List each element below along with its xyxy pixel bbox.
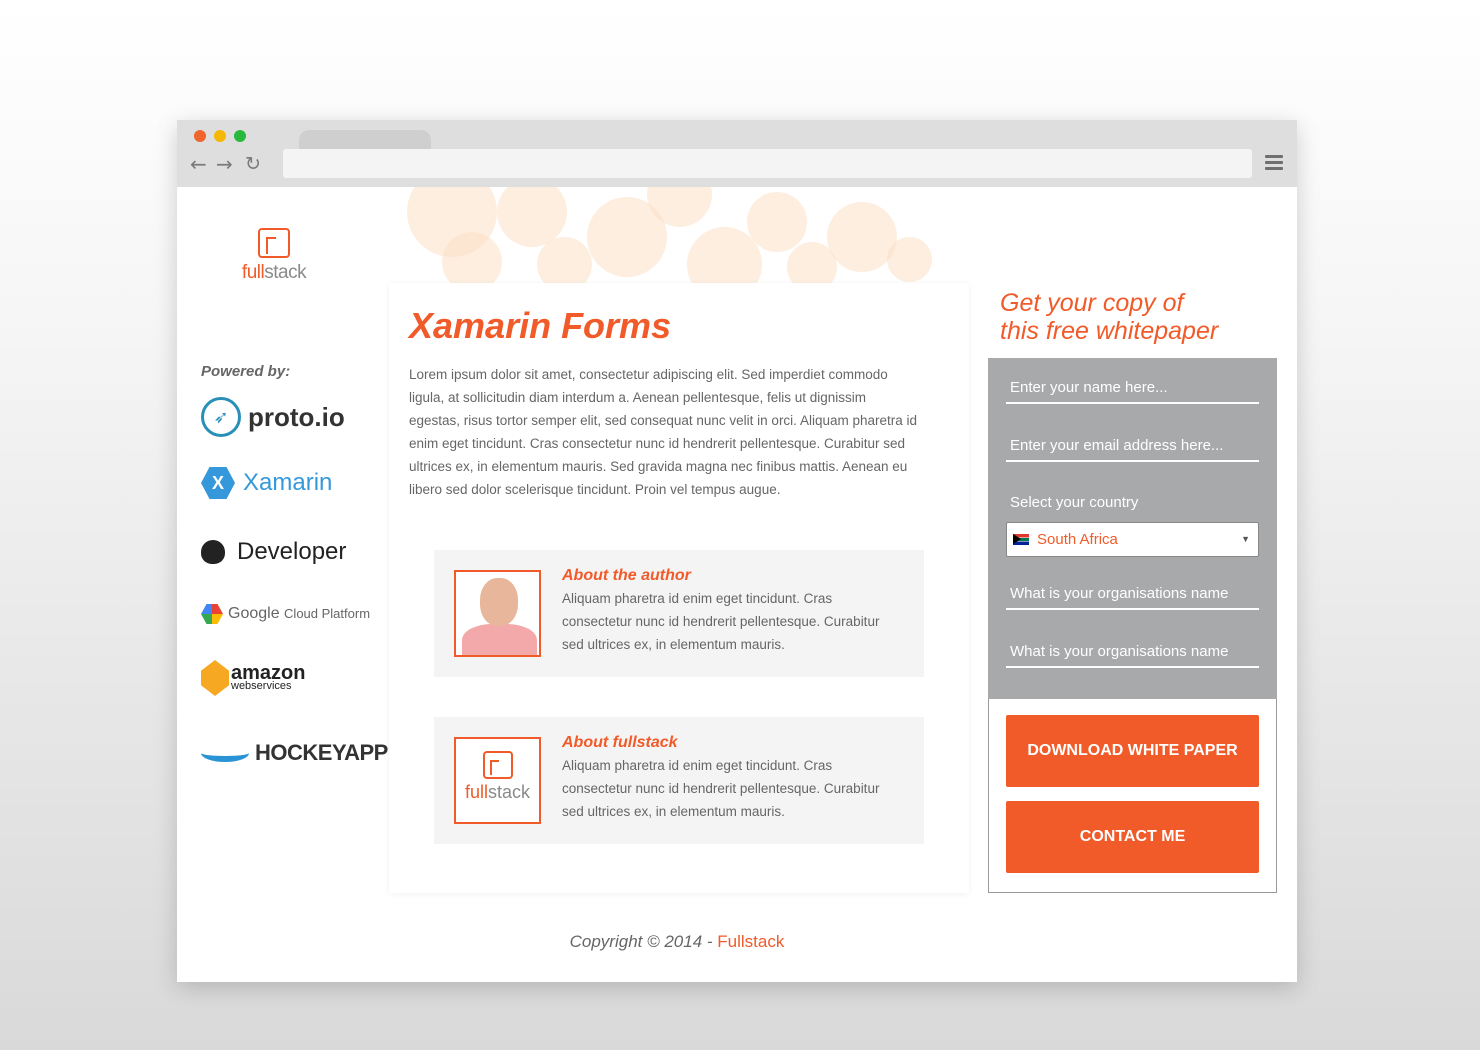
fullstack-logo-text: fullstack	[241, 262, 307, 283]
proto-io-logo[interactable]: ➶ proto.io	[201, 397, 345, 437]
amazon-web-services-logo[interactable]: amazon webservices	[201, 660, 305, 696]
chevron-down-icon: ▼	[1241, 534, 1250, 544]
url-bar[interactable]	[283, 149, 1252, 178]
fullstack-footer-link[interactable]: Fullstack	[717, 932, 784, 951]
browser-window: ← → ↻ fullstack Powered by: ➶ proto.io X…	[177, 120, 1297, 982]
intro-paragraph: Lorem ipsum dolor sit amet, consectetur …	[409, 367, 918, 497]
email-input[interactable]	[1006, 430, 1259, 462]
whitepaper-form: Select your country South Africa ▼	[988, 358, 1277, 699]
form-actions: DOWNLOAD WHITE PAPER CONTACT ME	[988, 699, 1277, 893]
south-africa-flag-icon	[1013, 534, 1029, 545]
minimize-window-dot[interactable]	[214, 130, 226, 142]
organisation-input[interactable]	[1006, 578, 1259, 610]
country-select[interactable]: South Africa ▼	[1006, 522, 1259, 557]
xamarin-logo[interactable]: X Xamarin	[201, 467, 332, 499]
xamarin-icon: X	[201, 467, 235, 499]
apple-icon	[201, 540, 225, 564]
download-white-paper-button[interactable]: DOWNLOAD WHITE PAPER	[1006, 715, 1259, 787]
aws-cubes-icon	[201, 660, 229, 696]
page-title: Xamarin Forms	[409, 305, 672, 346]
google-cloud-icon	[201, 604, 223, 624]
country-select-value: South Africa	[1037, 531, 1118, 548]
whitepaper-heading: Get your copy of this free whitepaper	[1000, 289, 1219, 345]
apple-developer-logo[interactable]: Developer	[201, 538, 346, 566]
organisation-input-2[interactable]	[1006, 636, 1259, 668]
about-fullstack-text: Aliquam pharetra id enim eget tincidunt.…	[562, 758, 880, 819]
fullstack-logo-mark	[258, 228, 290, 258]
author-photo	[454, 570, 541, 657]
about-author-title: About the author	[562, 567, 691, 584]
powered-by-label: Powered by:	[201, 363, 291, 380]
reload-icon[interactable]: ↻	[245, 153, 261, 175]
hockeyapp-icon	[201, 744, 249, 762]
about-fullstack-title: About fullstack	[562, 734, 678, 751]
rocket-icon: ➶	[201, 397, 241, 437]
contact-me-button[interactable]: CONTACT ME	[1006, 801, 1259, 873]
about-fullstack-box: fullstack About fullstack Aliquam pharet…	[434, 717, 924, 844]
arrow-right-icon[interactable]: →	[216, 153, 233, 175]
browser-tab[interactable]	[299, 130, 431, 150]
fullstack-logo[interactable]: fullstack	[239, 228, 309, 284]
copyright-text: Copyright © 2014 -	[569, 932, 718, 951]
maximize-window-dot[interactable]	[234, 130, 246, 142]
name-input[interactable]	[1006, 372, 1259, 404]
close-window-dot[interactable]	[194, 130, 206, 142]
header-decoration	[387, 187, 947, 287]
country-label: Select your country	[1010, 494, 1139, 511]
hamburger-icon[interactable]	[1265, 155, 1283, 171]
about-author-box: About the author Aliquam pharetra id eni…	[434, 550, 924, 677]
main-content-card: Xamarin Forms Lorem ipsum dolor sit amet…	[389, 283, 969, 893]
footer: Copyright © 2014 - Fullstack	[177, 932, 1177, 952]
fullstack-logo-thumbnail: fullstack	[454, 737, 541, 824]
about-author-text: Aliquam pharetra id enim eget tincidunt.…	[562, 591, 880, 652]
arrow-left-icon[interactable]: ←	[190, 153, 207, 175]
browser-chrome: ← → ↻	[177, 120, 1297, 187]
google-cloud-logo[interactable]: Google Cloud Platform	[201, 604, 370, 624]
hockeyapp-logo[interactable]: HOCKEYAPP	[201, 740, 388, 766]
